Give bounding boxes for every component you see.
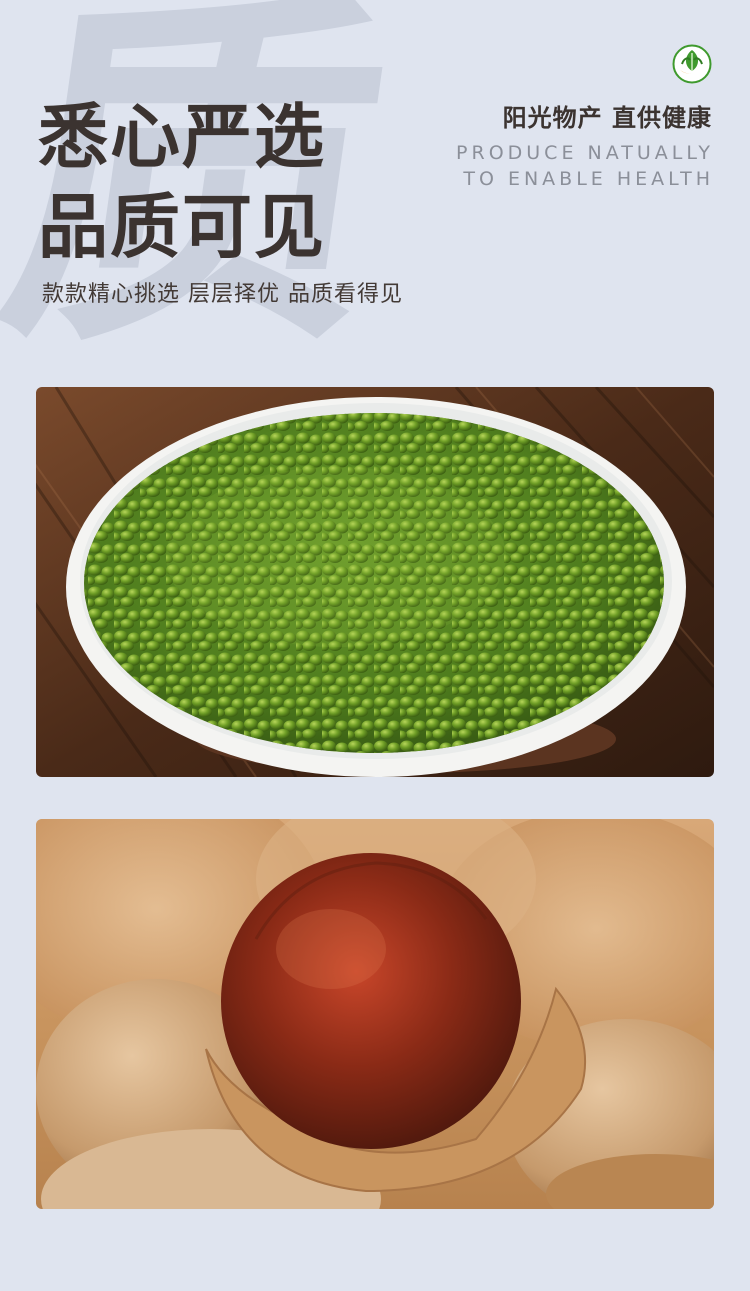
headline-line-2: 品质可见 [38, 186, 326, 268]
mung-beans-photo [36, 387, 714, 777]
leaf-logo-icon [672, 44, 712, 84]
dried-longan-photo [36, 819, 714, 1209]
brand-slogan-english: PRODUCE NATUALLY TO ENABLE HEALTH [456, 140, 714, 192]
subheadline: 款款精心挑选 层层择优 品质看得见 [42, 282, 403, 307]
headline: 悉心严选 品质可见 [38, 92, 326, 272]
brand-slogan-chinese: 阳光物产 直供健康 [502, 104, 712, 132]
product-quality-page: 质 悉心严选 品质可见 款款精心挑选 层层择优 品质看得见 阳光物产 直供健康 … [0, 0, 750, 1291]
slogan-english-line-1: PRODUCE NATUALLY [456, 142, 714, 164]
slogan-english-line-2: TO ENABLE HEALTH [463, 168, 714, 190]
headline-line-1: 悉心严选 [38, 96, 326, 178]
